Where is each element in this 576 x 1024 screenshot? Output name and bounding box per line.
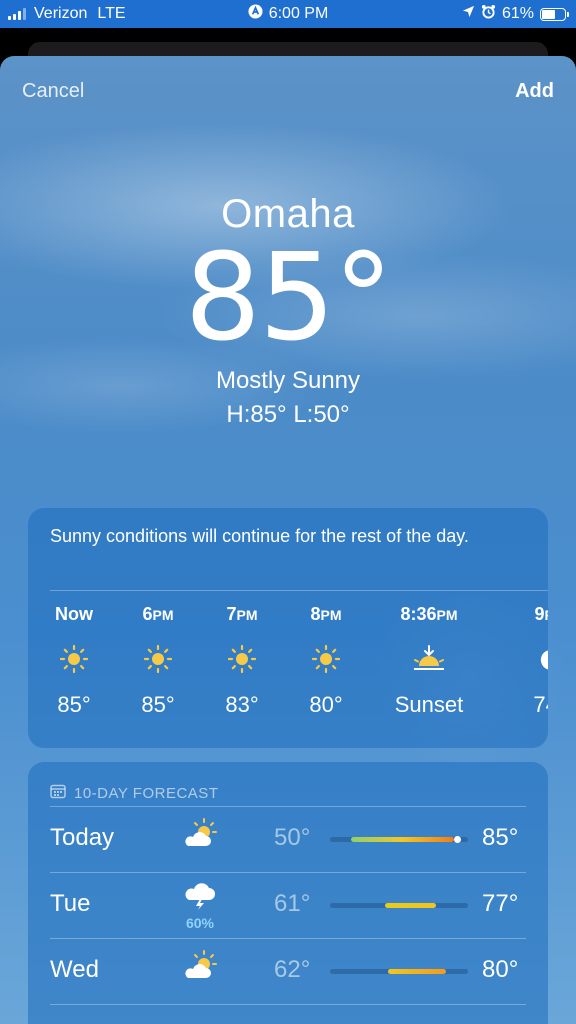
temperature-range-fill bbox=[385, 903, 437, 908]
hourly-forecast-card[interactable]: Sunny conditions will continue for the r… bbox=[28, 508, 548, 748]
hour-suffix: PM bbox=[436, 607, 458, 623]
sun-icon bbox=[276, 634, 376, 684]
thunderstorm-icon: 60% bbox=[178, 882, 222, 931]
current-conditions: Omaha 85° Mostly Sunny H:85° L:50° bbox=[0, 192, 576, 429]
hour-suffix: PM bbox=[545, 607, 549, 623]
hour-temperature: Sunset bbox=[394, 692, 464, 717]
temperature-range-bar bbox=[330, 903, 468, 908]
hour-suffix: PM bbox=[320, 607, 342, 623]
alarm-icon bbox=[481, 4, 496, 24]
condition-text: Mostly Sunny bbox=[215, 367, 361, 394]
hour-item: 8:36PM Sunset bbox=[378, 604, 480, 718]
forecast-row-next[interactable] bbox=[28, 1004, 548, 1024]
hourly-summary: Sunny conditions will continue for the r… bbox=[50, 526, 469, 546]
location-arrow-icon bbox=[462, 5, 475, 23]
high-temperature: 85° bbox=[482, 824, 519, 851]
forecast-row-today[interactable]: Today 50° 85° bbox=[28, 806, 548, 872]
temperature-range-bar bbox=[330, 836, 468, 843]
hour-label: 6 bbox=[142, 604, 153, 624]
add-button[interactable]: Add bbox=[515, 80, 554, 103]
calendar-icon bbox=[50, 783, 66, 803]
partly-sunny-icon bbox=[178, 948, 222, 987]
high-low-text: H:85° L:50° bbox=[226, 401, 350, 428]
hour-label: 7 bbox=[226, 604, 237, 624]
high-temperature: 80° bbox=[482, 956, 519, 983]
ten-day-forecast-card[interactable]: 10-DAY FORECAST Today 50° 85° Tue 60% 61… bbox=[28, 762, 548, 1024]
day-label: Wed bbox=[50, 956, 99, 983]
hour-suffix: PM bbox=[152, 607, 174, 623]
signal-strength-icon bbox=[8, 8, 26, 20]
status-time: 6:00 PM bbox=[268, 5, 329, 22]
hour-item: 8PM 80° bbox=[276, 604, 376, 718]
sunset-icon bbox=[378, 634, 480, 684]
divider bbox=[50, 590, 548, 591]
forecast-row-tue[interactable]: Tue 60% 61° 77° bbox=[28, 872, 548, 938]
network-label: LTE bbox=[97, 5, 126, 22]
weather-sheet: Cancel Add Omaha 85° Mostly Sunny H:85° … bbox=[0, 56, 576, 1024]
temperature-range-bar bbox=[330, 969, 468, 974]
divider bbox=[50, 938, 526, 939]
low-temperature: 50° bbox=[274, 824, 311, 851]
hour-temperature: 80° bbox=[309, 692, 343, 717]
current-temperature: 85° bbox=[184, 229, 394, 368]
low-temperature: 62° bbox=[274, 956, 311, 983]
hourly-scroller[interactable]: Now 85° 6PM 85° 7PM 83° 8PM 80° 8:36PM S… bbox=[28, 604, 548, 744]
forecast-header: 10-DAY FORECAST bbox=[74, 784, 219, 802]
temperature-range-fill bbox=[350, 837, 455, 842]
carrier-label: Verizon bbox=[34, 5, 88, 22]
hour-label: 8:36 bbox=[400, 604, 437, 624]
high-temperature: 77° bbox=[482, 890, 519, 917]
hour-label: 8 bbox=[310, 604, 321, 624]
day-label: Today bbox=[50, 824, 115, 851]
moon-icon bbox=[500, 634, 548, 684]
forecast-row-wed[interactable]: Wed 62° 80° bbox=[28, 938, 548, 1004]
battery-icon bbox=[540, 7, 569, 21]
screen-lock-icon bbox=[248, 4, 263, 24]
hour-item: 9PM 74° bbox=[500, 604, 548, 718]
temperature-range-fill bbox=[387, 969, 446, 974]
day-label: Tue bbox=[50, 890, 91, 917]
divider bbox=[50, 1004, 526, 1005]
current-temperature-marker bbox=[453, 836, 461, 843]
status-bar: Verizon LTE 6:00 PM 61% bbox=[0, 0, 576, 28]
divider bbox=[50, 806, 526, 807]
hour-temperature: 74° bbox=[533, 692, 548, 717]
low-temperature: 61° bbox=[274, 890, 311, 917]
precipitation-chance: 60% bbox=[185, 915, 215, 931]
hour-label: Now bbox=[55, 604, 93, 624]
partly-sunny-icon bbox=[178, 816, 222, 855]
battery-percent: 61% bbox=[501, 5, 534, 22]
hour-suffix: PM bbox=[236, 607, 258, 623]
divider bbox=[50, 872, 526, 873]
hour-label: 9 bbox=[534, 604, 545, 624]
cancel-button[interactable]: Cancel bbox=[22, 80, 84, 103]
